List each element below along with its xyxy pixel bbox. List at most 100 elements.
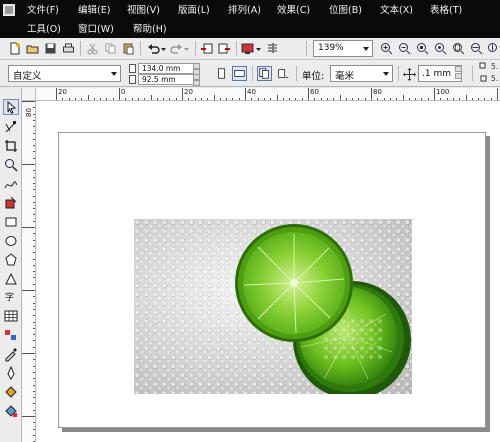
fill-tool-icon[interactable]: [3, 384, 19, 400]
duplicate-distance-x-value[interactable]: 5.: [491, 62, 498, 71]
ruler-major-tick: [119, 88, 120, 100]
ruler-minor-tick: [33, 371, 35, 373]
nudge-spin-up[interactable]: [455, 66, 462, 72]
ruler-minor-tick: [22, 164, 35, 165]
text-tool-icon: 字: [5, 293, 15, 303]
import-icon[interactable]: [200, 42, 213, 55]
ruler-minor-tick: [33, 107, 35, 109]
outline-pen-tool-icon[interactable]: [3, 365, 19, 381]
ruler-minor-tick: [22, 290, 35, 291]
menu-help[interactable]: 帮助(H): [133, 24, 167, 36]
new-document-icon[interactable]: [8, 42, 21, 55]
redo-icon[interactable]: [170, 42, 183, 55]
chevron-down-icon: [111, 72, 117, 76]
cut-icon[interactable]: [86, 42, 99, 55]
rectangle-tool-icon[interactable]: [3, 214, 19, 230]
eyedropper-tool-icon[interactable]: [3, 346, 19, 362]
shape-tool-icon[interactable]: [3, 119, 19, 135]
ruler-minor-tick: [33, 283, 35, 285]
export-icon[interactable]: [218, 42, 231, 55]
menu-bar: 文件(F) 编辑(E) 视图(V) 版面(L) 排列(A) 效果(C) 位图(B…: [0, 0, 500, 38]
chevron-down-icon: [383, 72, 389, 76]
print-icon[interactable]: [62, 42, 75, 55]
ruler-minor-tick: [33, 189, 35, 191]
zoom-in-icon[interactable]: [380, 42, 393, 55]
ruler-minor-tick: [33, 271, 35, 273]
undo-list-arrow-icon[interactable]: [160, 42, 167, 55]
ruler-minor-tick: [33, 365, 35, 367]
ruler-minor-tick: [33, 214, 35, 216]
save-icon[interactable]: [44, 42, 57, 55]
ruler-origin[interactable]: [22, 88, 36, 101]
ruler-minor-tick: [33, 334, 35, 336]
page-width-value: 134.0 mm: [142, 64, 181, 73]
menu-effects[interactable]: 效果(C): [277, 5, 310, 17]
menu-layout[interactable]: 版面(L): [178, 5, 210, 17]
menu-tools[interactable]: 工具(O): [27, 24, 61, 36]
blend-tool-icon[interactable]: [3, 327, 19, 343]
nudge-spin-down[interactable]: [455, 73, 462, 79]
zoom-to-page-width-icon[interactable]: [470, 42, 483, 55]
ruler-minor-tick: [33, 195, 35, 197]
zoom-to-selected-icon[interactable]: [416, 42, 429, 55]
ruler-label: 20: [184, 88, 193, 96]
ruler-minor-tick: [33, 233, 35, 235]
menu-window[interactable]: 窗口(W): [78, 24, 114, 36]
crop-tool-icon[interactable]: [3, 138, 19, 154]
open-folder-icon[interactable]: [26, 42, 39, 55]
menu-file[interactable]: 文件(F): [27, 5, 59, 17]
portrait-orientation-icon[interactable]: [214, 66, 229, 81]
page-height-field[interactable]: 92.5 mm: [138, 74, 200, 85]
lime-photo-bitmap[interactable]: [134, 219, 412, 394]
menu-edit[interactable]: 编辑(E): [78, 5, 110, 17]
paste-icon[interactable]: [122, 42, 135, 55]
horizontal-ruler[interactable]: 20020406080100120: [36, 88, 500, 101]
zoom-out-icon[interactable]: [398, 42, 411, 55]
interactive-fill-tool-icon[interactable]: [3, 403, 19, 419]
menu-view[interactable]: 视图(V): [127, 5, 160, 17]
menu-text[interactable]: 文本(X): [380, 5, 413, 17]
launcher-arrow-icon[interactable]: [255, 42, 262, 55]
table-tool-icon[interactable]: [3, 308, 19, 324]
ruler-minor-tick: [33, 245, 35, 247]
landscape-orientation-icon[interactable]: [232, 66, 247, 81]
ruler-minor-tick: [33, 403, 35, 405]
zoom-to-page-height-icon[interactable]: [487, 42, 500, 55]
ruler-minor-tick: [33, 126, 35, 128]
ruler-label: 0: [121, 88, 126, 96]
text-tool[interactable]: 字: [3, 289, 19, 305]
vertical-ruler[interactable]: 80: [22, 101, 36, 442]
current-page-icon[interactable]: [275, 66, 290, 81]
zoom-level-select[interactable]: 139%: [313, 40, 373, 57]
redo-list-arrow-icon[interactable]: [183, 42, 190, 55]
basic-shapes-tool-icon[interactable]: [3, 271, 19, 287]
zoom-tool-icon[interactable]: [3, 157, 19, 173]
height-spin-down[interactable]: [193, 80, 200, 86]
ruler-minor-tick: [22, 353, 35, 354]
copy-icon[interactable]: [104, 42, 117, 55]
toolbox: 字: [0, 88, 22, 442]
options-icon[interactable]: [266, 42, 279, 55]
ruler-minor-tick: [33, 409, 35, 411]
ruler-minor-tick: [33, 176, 35, 178]
application-launcher-icon[interactable]: [241, 42, 254, 55]
ellipse-tool-icon[interactable]: [3, 233, 19, 249]
ruler-minor-tick: [33, 321, 35, 323]
undo-icon[interactable]: [147, 42, 160, 55]
menu-table[interactable]: 表格(T): [430, 5, 462, 17]
smart-fill-tool-icon[interactable]: [3, 195, 19, 211]
zoom-to-all-objects-icon[interactable]: [434, 42, 447, 55]
page-size-select[interactable]: 自定义: [8, 65, 121, 82]
menu-arrange[interactable]: 排列(A): [228, 5, 261, 17]
all-pages-icon[interactable]: [257, 66, 272, 81]
polygon-tool-icon[interactable]: [3, 252, 19, 268]
menu-bitmaps[interactable]: 位图(B): [329, 5, 362, 17]
drawing-canvas[interactable]: [37, 101, 500, 442]
page-width-field[interactable]: 134.0 mm: [138, 63, 200, 74]
pick-tool[interactable]: [3, 99, 19, 115]
freehand-tool-icon[interactable]: [3, 176, 19, 192]
duplicate-distance-y-value[interactable]: 5.: [491, 74, 498, 83]
toolbar-separator: [140, 41, 141, 56]
zoom-to-page-icon[interactable]: [452, 42, 465, 55]
units-select[interactable]: 毫米: [330, 65, 393, 82]
